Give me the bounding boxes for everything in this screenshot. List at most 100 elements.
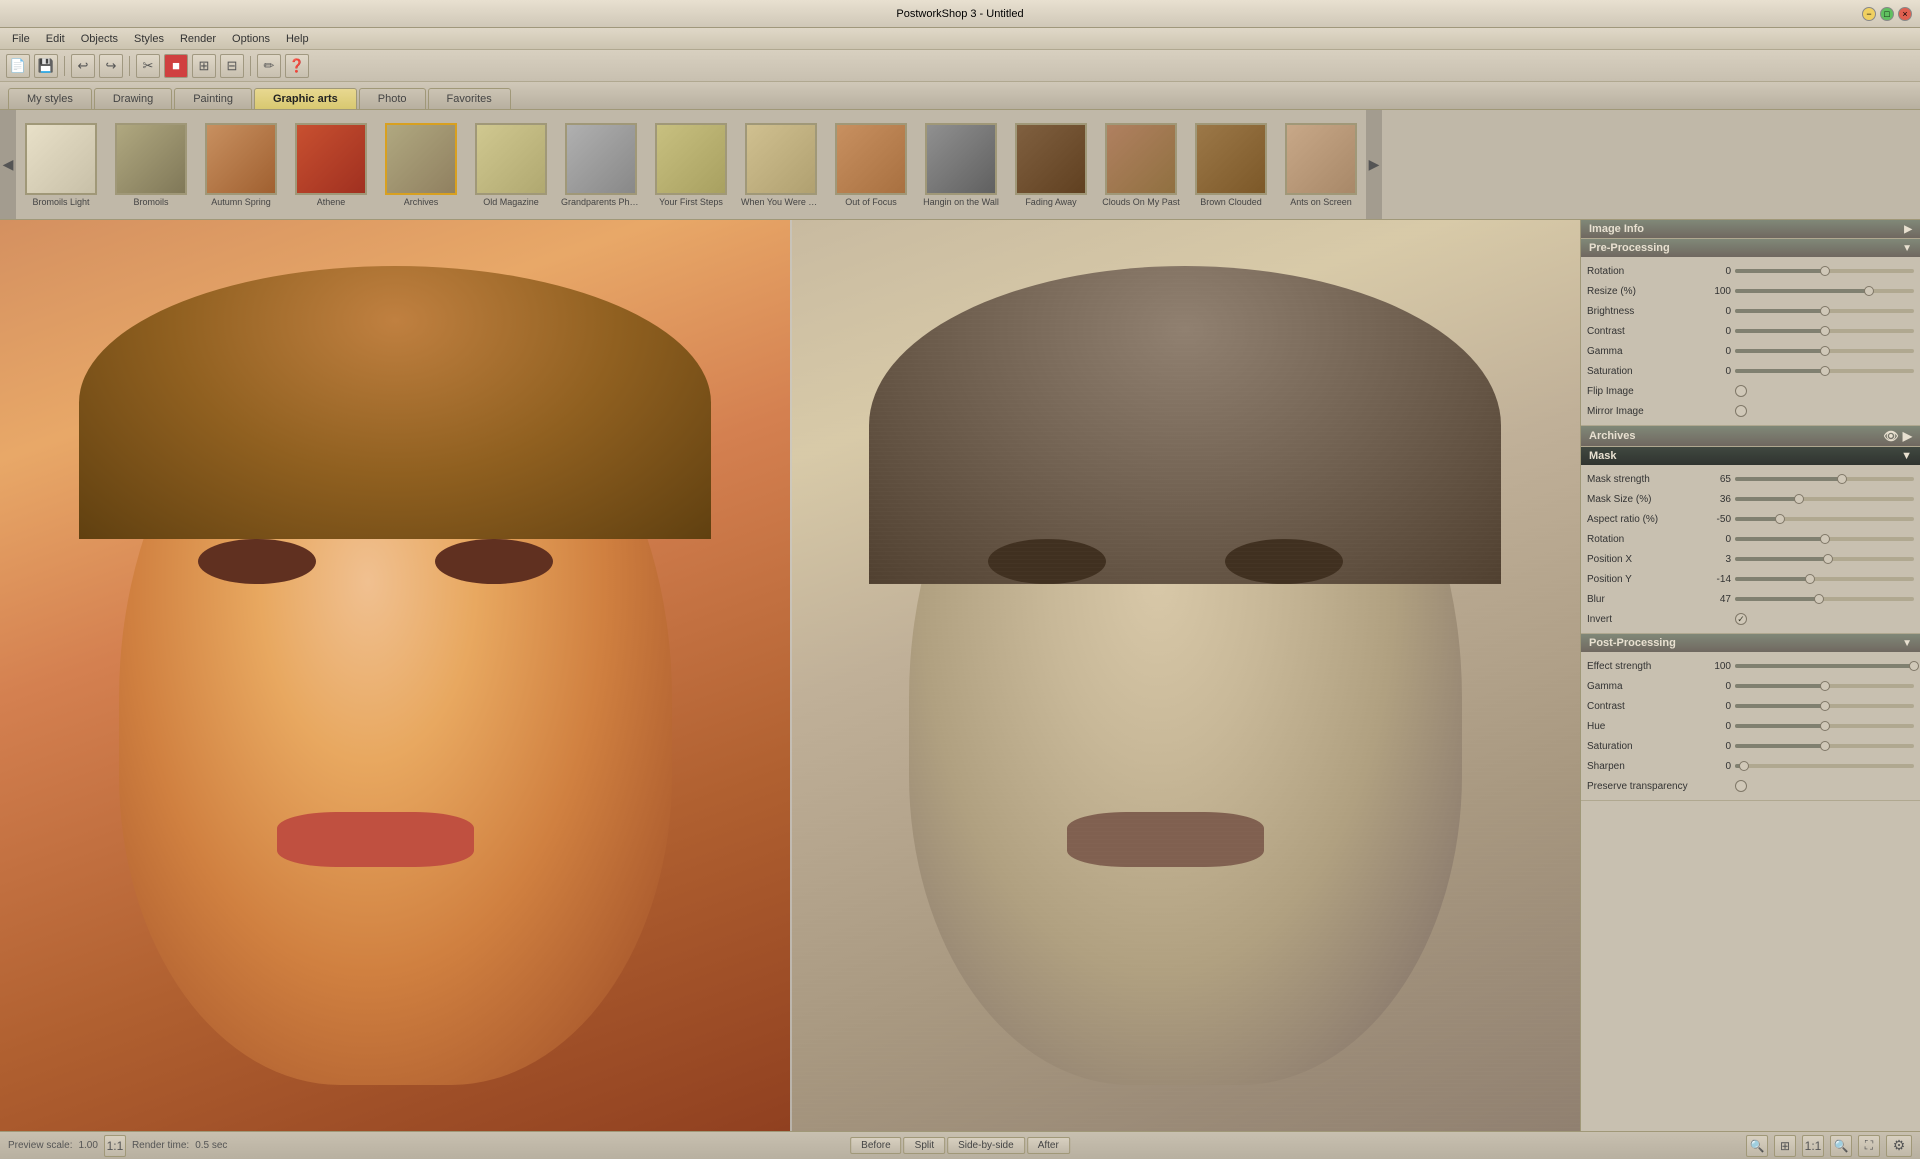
param-preserve-checkbox[interactable]: [1735, 780, 1747, 792]
new-button[interactable]: 📄: [6, 54, 30, 78]
post-processing-body: Effect strength 100 Gamma 0: [1581, 652, 1920, 800]
param-position-x-value: 3: [1697, 554, 1735, 565]
menu-edit[interactable]: Edit: [38, 31, 73, 47]
cut-button[interactable]: ✂: [136, 54, 160, 78]
menu-options[interactable]: Options: [224, 31, 278, 47]
view-split-button[interactable]: Split: [904, 1137, 945, 1154]
style-hangin-wall[interactable]: Hangin on the Wall: [916, 119, 1006, 211]
param-aspect-ratio-slider[interactable]: [1735, 517, 1914, 521]
image-info-header[interactable]: Image Info ▶: [1581, 220, 1920, 238]
ratio-1to1-button[interactable]: 1:1: [104, 1135, 126, 1157]
tab-my-styles[interactable]: My styles: [8, 88, 92, 109]
tab-photo[interactable]: Photo: [359, 88, 426, 109]
style-first-steps[interactable]: Your First Steps: [646, 119, 736, 211]
param-mask-size-slider[interactable]: [1735, 497, 1914, 501]
titlebar: PostworkShop 3 - Untitled − □ ×: [0, 0, 1920, 28]
param-contrast-post-slider[interactable]: [1735, 704, 1914, 708]
style-out-of-focus[interactable]: Out of Focus: [826, 119, 916, 211]
tab-painting[interactable]: Painting: [174, 88, 252, 109]
style-athene[interactable]: Athene: [286, 119, 376, 211]
settings-button[interactable]: ⚙: [1886, 1135, 1912, 1157]
param-blur-slider[interactable]: [1735, 597, 1914, 601]
maximize-button[interactable]: □: [1880, 7, 1894, 21]
view2-button[interactable]: ⊞: [192, 54, 216, 78]
param-brightness-slider[interactable]: [1735, 309, 1914, 313]
param-mask-strength-slider[interactable]: [1735, 477, 1914, 481]
style-old-magazine[interactable]: Old Magazine: [466, 119, 556, 211]
style-autumn-spring[interactable]: Autumn Spring: [196, 119, 286, 211]
close-button[interactable]: ×: [1898, 7, 1912, 21]
save-button[interactable]: 💾: [34, 54, 58, 78]
tabbar: My styles Drawing Painting Graphic arts …: [0, 82, 1920, 110]
style-brown-clouded[interactable]: Brown Clouded: [1186, 119, 1276, 211]
param-resize-slider[interactable]: [1735, 289, 1914, 293]
param-position-y-slider[interactable]: [1735, 577, 1914, 581]
post-processing-collapse-icon: ▼: [1902, 638, 1912, 649]
param-rotation-slider[interactable]: [1735, 269, 1914, 273]
param-flip-checkbox[interactable]: [1735, 385, 1747, 397]
zoom-out-button[interactable]: 🔍: [1746, 1135, 1768, 1157]
style-fading-away[interactable]: Fading Away: [1006, 119, 1096, 211]
menu-help[interactable]: Help: [278, 31, 317, 47]
view3-button[interactable]: ⊟: [220, 54, 244, 78]
render-time-label: Render time:: [132, 1140, 189, 1151]
strip-next-button[interactable]: ▶: [1366, 110, 1382, 219]
archives-expand-icon[interactable]: ▶: [1903, 429, 1912, 443]
view-side-by-side-button[interactable]: Side-by-side: [947, 1137, 1025, 1154]
param-invert-checkbox[interactable]: [1735, 613, 1747, 625]
archives-eye-icon[interactable]: 👁: [1884, 429, 1899, 443]
zoom-100-button[interactable]: 1:1: [1802, 1135, 1824, 1157]
style-bromolls[interactable]: Bromoils: [106, 119, 196, 211]
param-mirror-checkbox[interactable]: [1735, 405, 1747, 417]
toolbar-sep-3: [250, 56, 251, 76]
pre-processing-body: Rotation 0 Resize (%) 100: [1581, 257, 1920, 425]
param-aspect-ratio-label: Aspect ratio (%): [1587, 514, 1697, 525]
archives-header[interactable]: Archives 👁 ▶: [1581, 426, 1920, 446]
fullscreen-button[interactable]: ⛶: [1858, 1135, 1880, 1157]
param-hue-slider[interactable]: [1735, 724, 1914, 728]
style-archives[interactable]: Archives: [376, 119, 466, 211]
draw-button[interactable]: ✏: [257, 54, 281, 78]
param-sharpen-slider[interactable]: [1735, 764, 1914, 768]
param-gamma-pre-slider[interactable]: [1735, 349, 1914, 353]
bottom-left-info: Preview scale: 1.00 1:1 Render time: 0.5…: [8, 1135, 227, 1157]
menu-render[interactable]: Render: [172, 31, 224, 47]
menu-file[interactable]: File: [4, 31, 38, 47]
style-clouds-on-my-past[interactable]: Clouds On My Past: [1096, 119, 1186, 211]
archives-label: Archives: [1589, 430, 1635, 442]
render-time-value: 0.5 sec: [195, 1140, 227, 1151]
param-position-x-slider[interactable]: [1735, 557, 1914, 561]
style-when-young[interactable]: When You Were Young: [736, 119, 826, 211]
tab-favorites[interactable]: Favorites: [428, 88, 511, 109]
help-button[interactable]: ❓: [285, 54, 309, 78]
param-effect-strength-slider[interactable]: [1735, 664, 1914, 668]
post-processing-header[interactable]: Post-Processing ▼: [1581, 634, 1920, 652]
fit-button[interactable]: ⊞: [1774, 1135, 1796, 1157]
mask-header[interactable]: Mask ▼: [1581, 447, 1920, 465]
menu-objects[interactable]: Objects: [73, 31, 126, 47]
view-after-button[interactable]: After: [1027, 1137, 1070, 1154]
redo-button[interactable]: ↪: [99, 54, 123, 78]
view-before-button[interactable]: Before: [850, 1137, 901, 1154]
param-saturation-pre-slider[interactable]: [1735, 369, 1914, 373]
pre-processing-header[interactable]: Pre-Processing ▼: [1581, 239, 1920, 257]
style-strip: ◀ Bromoils Light Bromoils Autumn Spring …: [0, 110, 1920, 220]
param-mask-rotation-slider[interactable]: [1735, 537, 1914, 541]
style-ants-on-screen[interactable]: Ants on Screen: [1276, 119, 1366, 211]
param-saturation-post-slider[interactable]: [1735, 744, 1914, 748]
param-contrast-slider[interactable]: [1735, 329, 1914, 333]
minimize-button[interactable]: −: [1862, 7, 1876, 21]
view1-button[interactable]: ■: [164, 54, 188, 78]
menu-styles[interactable]: Styles: [126, 31, 172, 47]
param-blur-value: 47: [1697, 594, 1735, 605]
canvas-original: [0, 220, 790, 1131]
param-gamma-post-slider[interactable]: [1735, 684, 1914, 688]
tab-drawing[interactable]: Drawing: [94, 88, 172, 109]
style-bromolls-light[interactable]: Bromoils Light: [16, 119, 106, 211]
zoom-in-button[interactable]: 🔍: [1830, 1135, 1852, 1157]
strip-prev-button[interactable]: ◀: [0, 110, 16, 219]
undo-button[interactable]: ↩: [71, 54, 95, 78]
style-grandparents-photo[interactable]: Grandparents Photo: [556, 119, 646, 211]
tab-graphic-arts[interactable]: Graphic arts: [254, 88, 357, 109]
split-line-handle[interactable]: [790, 220, 792, 1131]
